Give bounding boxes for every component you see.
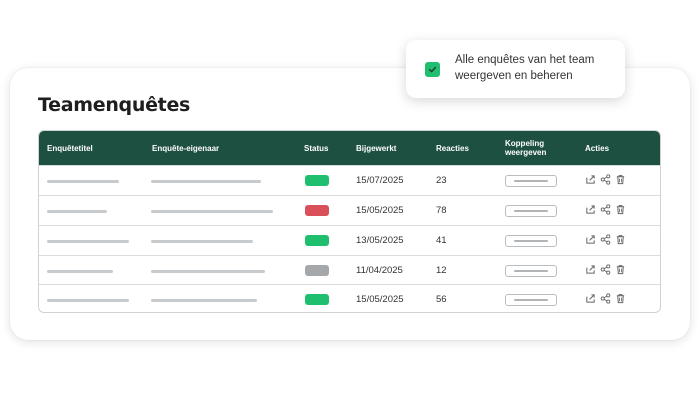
team-permission-popup: Alle enquêtes van het team weergeven en … xyxy=(406,40,625,98)
updated-date: 11/04/2025 xyxy=(356,265,403,276)
row-actions xyxy=(585,234,626,245)
trash-icon[interactable] xyxy=(615,234,626,245)
row-actions xyxy=(585,174,626,185)
status-badge xyxy=(305,205,329,216)
response-count: 41 xyxy=(436,235,447,246)
response-count: 23 xyxy=(436,175,447,186)
row-actions xyxy=(585,204,626,215)
export-icon[interactable] xyxy=(585,293,596,304)
view-link-field[interactable] xyxy=(505,175,557,187)
survey-owner-placeholder xyxy=(151,240,253,243)
response-count: 56 xyxy=(436,294,447,305)
view-link-field[interactable] xyxy=(505,265,557,277)
survey-owner-placeholder xyxy=(151,180,261,183)
share-icon[interactable] xyxy=(600,293,611,304)
trash-icon[interactable] xyxy=(615,293,626,304)
updated-date: 13/05/2025 xyxy=(356,235,404,246)
survey-owner-placeholder xyxy=(151,210,273,213)
share-icon[interactable] xyxy=(600,264,611,275)
survey-title-placeholder[interactable] xyxy=(47,210,107,213)
table-row[interactable]: 15/07/2025 23 xyxy=(39,165,660,194)
trash-icon[interactable] xyxy=(615,204,626,215)
share-icon[interactable] xyxy=(600,174,611,185)
share-icon[interactable] xyxy=(600,234,611,245)
page-title: Teamenquêtes xyxy=(38,94,191,116)
permission-checkbox[interactable] xyxy=(425,62,440,77)
share-icon[interactable] xyxy=(600,204,611,215)
export-icon[interactable] xyxy=(585,174,596,185)
survey-title-placeholder[interactable] xyxy=(47,270,113,273)
survey-title-placeholder[interactable] xyxy=(47,180,119,183)
export-icon[interactable] xyxy=(585,204,596,215)
view-link-field[interactable] xyxy=(505,294,557,306)
status-badge xyxy=(305,294,329,305)
column-header-owner[interactable]: Enquête-eigenaar xyxy=(152,131,219,165)
link-placeholder xyxy=(514,299,548,301)
link-placeholder xyxy=(514,180,548,182)
export-icon[interactable] xyxy=(585,264,596,275)
updated-date: 15/05/2025 xyxy=(356,294,404,305)
status-badge xyxy=(305,175,329,186)
column-header-link[interactable]: Koppeling weergeven xyxy=(505,131,565,165)
view-link-field[interactable] xyxy=(505,235,557,247)
row-actions xyxy=(585,264,626,275)
stage: Teamenquêtes Enquêtetitel Enquête-eigena… xyxy=(0,0,699,400)
table-row[interactable]: 15/05/2025 78 xyxy=(39,195,660,224)
updated-date: 15/07/2025 xyxy=(356,175,404,186)
column-header-updated[interactable]: Bijgewerkt xyxy=(356,131,396,165)
row-actions xyxy=(585,293,626,304)
table-row[interactable]: 15/05/2025 56 xyxy=(39,284,660,312)
link-placeholder xyxy=(514,240,548,242)
table-row[interactable]: 13/05/2025 41 xyxy=(39,225,660,254)
survey-owner-placeholder xyxy=(151,299,257,302)
trash-icon[interactable] xyxy=(615,174,626,185)
column-header-actions: Acties xyxy=(585,143,610,153)
survey-title-placeholder[interactable] xyxy=(47,299,129,302)
status-badge xyxy=(305,265,329,276)
trash-icon[interactable] xyxy=(615,264,626,275)
updated-date: 15/05/2025 xyxy=(356,205,404,216)
survey-title-placeholder[interactable] xyxy=(47,240,129,243)
response-count: 12 xyxy=(436,265,447,276)
export-icon[interactable] xyxy=(585,234,596,245)
status-badge xyxy=(305,235,329,246)
column-header-title[interactable]: Enquêtetitel xyxy=(47,131,93,165)
view-link-field[interactable] xyxy=(505,205,557,217)
checkmark-icon xyxy=(428,66,437,73)
link-placeholder xyxy=(514,270,548,272)
column-header-responses[interactable]: Reacties xyxy=(436,131,469,165)
surveys-table: Enquêtetitel Enquête-eigenaar Status Bij… xyxy=(38,130,661,313)
link-placeholder xyxy=(514,210,548,212)
table-row[interactable]: 11/04/2025 12 xyxy=(39,255,660,284)
table-header: Enquêtetitel Enquête-eigenaar Status Bij… xyxy=(39,131,660,165)
permission-label: Alle enquêtes van het team weergeven en … xyxy=(455,54,595,82)
response-count: 78 xyxy=(436,205,447,216)
column-header-status[interactable]: Status xyxy=(304,131,328,165)
survey-owner-placeholder xyxy=(151,270,265,273)
